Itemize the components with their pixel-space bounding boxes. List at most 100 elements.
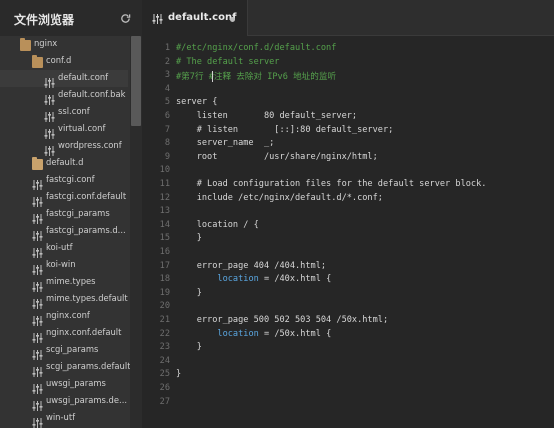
folder-icon: [32, 157, 43, 170]
config-file-icon: [32, 175, 43, 190]
sidebar-item[interactable]: uwsgi_params: [0, 376, 128, 394]
sidebar-item-label: fastcgi_params.d...: [46, 225, 126, 235]
code-editor: default.conf 1 #/etc/nginx/conf.d/default…: [142, 0, 554, 428]
sidebar-item[interactable]: virtual.conf: [0, 121, 128, 139]
line-number: 19: [159, 287, 170, 298]
sidebar-item-label: nginx: [34, 38, 58, 48]
sidebar-item[interactable]: win-utf: [0, 410, 128, 428]
code-line[interactable]: #/etc/nginx/conf.d/default.conf: [176, 43, 336, 53]
sidebar-item[interactable]: fastcgi_params: [0, 206, 128, 224]
sidebar-item[interactable]: fastcgi_params.d...: [0, 223, 128, 241]
sidebar-item[interactable]: fastcgi.conf: [0, 172, 128, 190]
line-number: 22: [159, 328, 170, 339]
code-line[interactable]: }: [176, 369, 181, 379]
code-line[interactable]: }: [176, 233, 202, 243]
code-line[interactable]: root /usr/share/nginx/html;: [176, 152, 378, 162]
refresh-icon[interactable]: [120, 13, 131, 24]
sidebar-item[interactable]: default.d: [0, 155, 128, 172]
sidebar-item-label: nginx.conf.default: [46, 327, 122, 337]
code-line[interactable]: server_name _;: [176, 138, 275, 148]
line-number: 16: [159, 247, 170, 257]
sidebar-item[interactable]: koi-utf: [0, 240, 128, 258]
config-file-icon: [44, 90, 55, 105]
config-file-icon: [44, 73, 55, 88]
sidebar-item[interactable]: koi-win: [0, 257, 128, 275]
sidebar-item[interactable]: mime.types: [0, 274, 128, 292]
sidebar-title: 文件浏览器: [14, 13, 75, 27]
code-line[interactable]: # The default server: [176, 57, 279, 67]
code-line[interactable]: }: [176, 288, 202, 298]
code-line[interactable]: location = /40x.html {: [176, 274, 331, 284]
sidebar-item-label: default.conf: [58, 72, 109, 82]
sidebar-item-label: nginx.conf: [46, 310, 90, 320]
line-number: 24: [159, 355, 170, 366]
tab-default-conf[interactable]: default.conf: [142, 0, 248, 36]
unsaved-indicator[interactable]: [230, 17, 235, 22]
sidebar-item-label: uwsgi_params: [46, 378, 106, 388]
sidebar-item-label: scgi_params: [46, 344, 99, 354]
line-number: 2: [164, 56, 170, 67]
config-file-icon: [32, 192, 43, 207]
sidebar-item-label: uwsgi_params.de...: [46, 395, 128, 405]
line-number: 25: [159, 369, 170, 380]
sidebar-item[interactable]: fastcgi.conf.default: [0, 189, 128, 207]
sidebar-item[interactable]: ssl.conf: [0, 104, 128, 122]
line-number: 12: [159, 192, 170, 203]
folder-icon: [20, 38, 31, 51]
line-number: 5: [164, 97, 170, 108]
sidebar-item-label: default.conf.bak: [58, 89, 126, 99]
config-file-icon: [32, 243, 43, 258]
code-line[interactable]: # listen [::]:80 default_server;: [176, 125, 394, 135]
sidebar-item-label: mime.types.default: [46, 293, 128, 303]
sidebar-item[interactable]: conf.d: [0, 53, 128, 70]
line-number: 14: [159, 219, 170, 230]
sidebar-item-label: koi-utf: [46, 242, 73, 252]
sidebar-item[interactable]: nginx.conf: [0, 308, 128, 326]
line-number: 1: [164, 43, 170, 53]
keyword-token: location: [217, 274, 259, 285]
sidebar-item[interactable]: default.conf.bak: [0, 87, 128, 105]
config-file-icon: [32, 277, 43, 292]
code-line[interactable]: listen 80 default_server;: [176, 111, 357, 121]
file-browser-sidebar: 文件浏览器 nginx conf.d default.conf default.con…: [0, 0, 142, 428]
sidebar-item[interactable]: wordpress.conf: [0, 138, 128, 156]
config-file-icon: [32, 328, 43, 343]
line-number: 23: [159, 342, 170, 353]
config-file-icon: [32, 413, 43, 428]
line-number: 4: [164, 83, 170, 94]
code-line[interactable]: error_page 404 /404.html;: [176, 261, 326, 271]
code-line[interactable]: # Load configuration files for the defau…: [176, 179, 487, 189]
config-file-icon: [32, 226, 43, 241]
sidebar-item[interactable]: scgi_params: [0, 342, 128, 360]
line-number: 26: [159, 383, 170, 393]
code-line[interactable]: location = /50x.html {: [176, 329, 331, 339]
config-file-icon: [44, 124, 55, 139]
sidebar-item-label: scgi_params.default: [46, 361, 131, 371]
code-line[interactable]: error_page 500 502 503 504 /50x.html;: [176, 315, 388, 325]
config-file-icon: [32, 260, 43, 275]
sidebar-item[interactable]: nginx.conf.default: [0, 325, 128, 343]
code-line[interactable]: server {: [176, 97, 217, 107]
line-number: 7: [164, 124, 170, 135]
keyword-token: location: [217, 328, 259, 339]
text-caret: [212, 71, 213, 83]
code-line[interactable]: #第7行 #注释 去除对 IPv6 地址的监听: [176, 70, 336, 82]
line-number: 20: [159, 301, 170, 312]
line-number: 18: [159, 274, 170, 285]
code-line[interactable]: location / {: [176, 220, 259, 230]
code-line[interactable]: include /etc/nginx/default.d/*.conf;: [176, 193, 383, 203]
line-number: 9: [164, 151, 170, 162]
sidebar-item[interactable]: nginx: [0, 36, 128, 53]
sidebar-item[interactable]: mime.types.default: [0, 291, 128, 309]
sidebar-scrollbar-thumb[interactable]: [131, 36, 141, 126]
code-line[interactable]: }: [176, 342, 202, 352]
line-number: 6: [164, 111, 170, 121]
config-file-icon: [32, 311, 43, 326]
sidebar-item[interactable]: uwsgi_params.de...: [0, 393, 128, 411]
sidebar-item[interactable]: default.conf: [0, 70, 128, 88]
sidebar-item[interactable]: scgi_params.default: [0, 359, 131, 377]
tab-title: default.conf: [168, 12, 237, 23]
line-number: 10: [159, 165, 170, 176]
sidebar-item-label: virtual.conf: [58, 123, 106, 133]
line-number: 13: [159, 206, 170, 217]
